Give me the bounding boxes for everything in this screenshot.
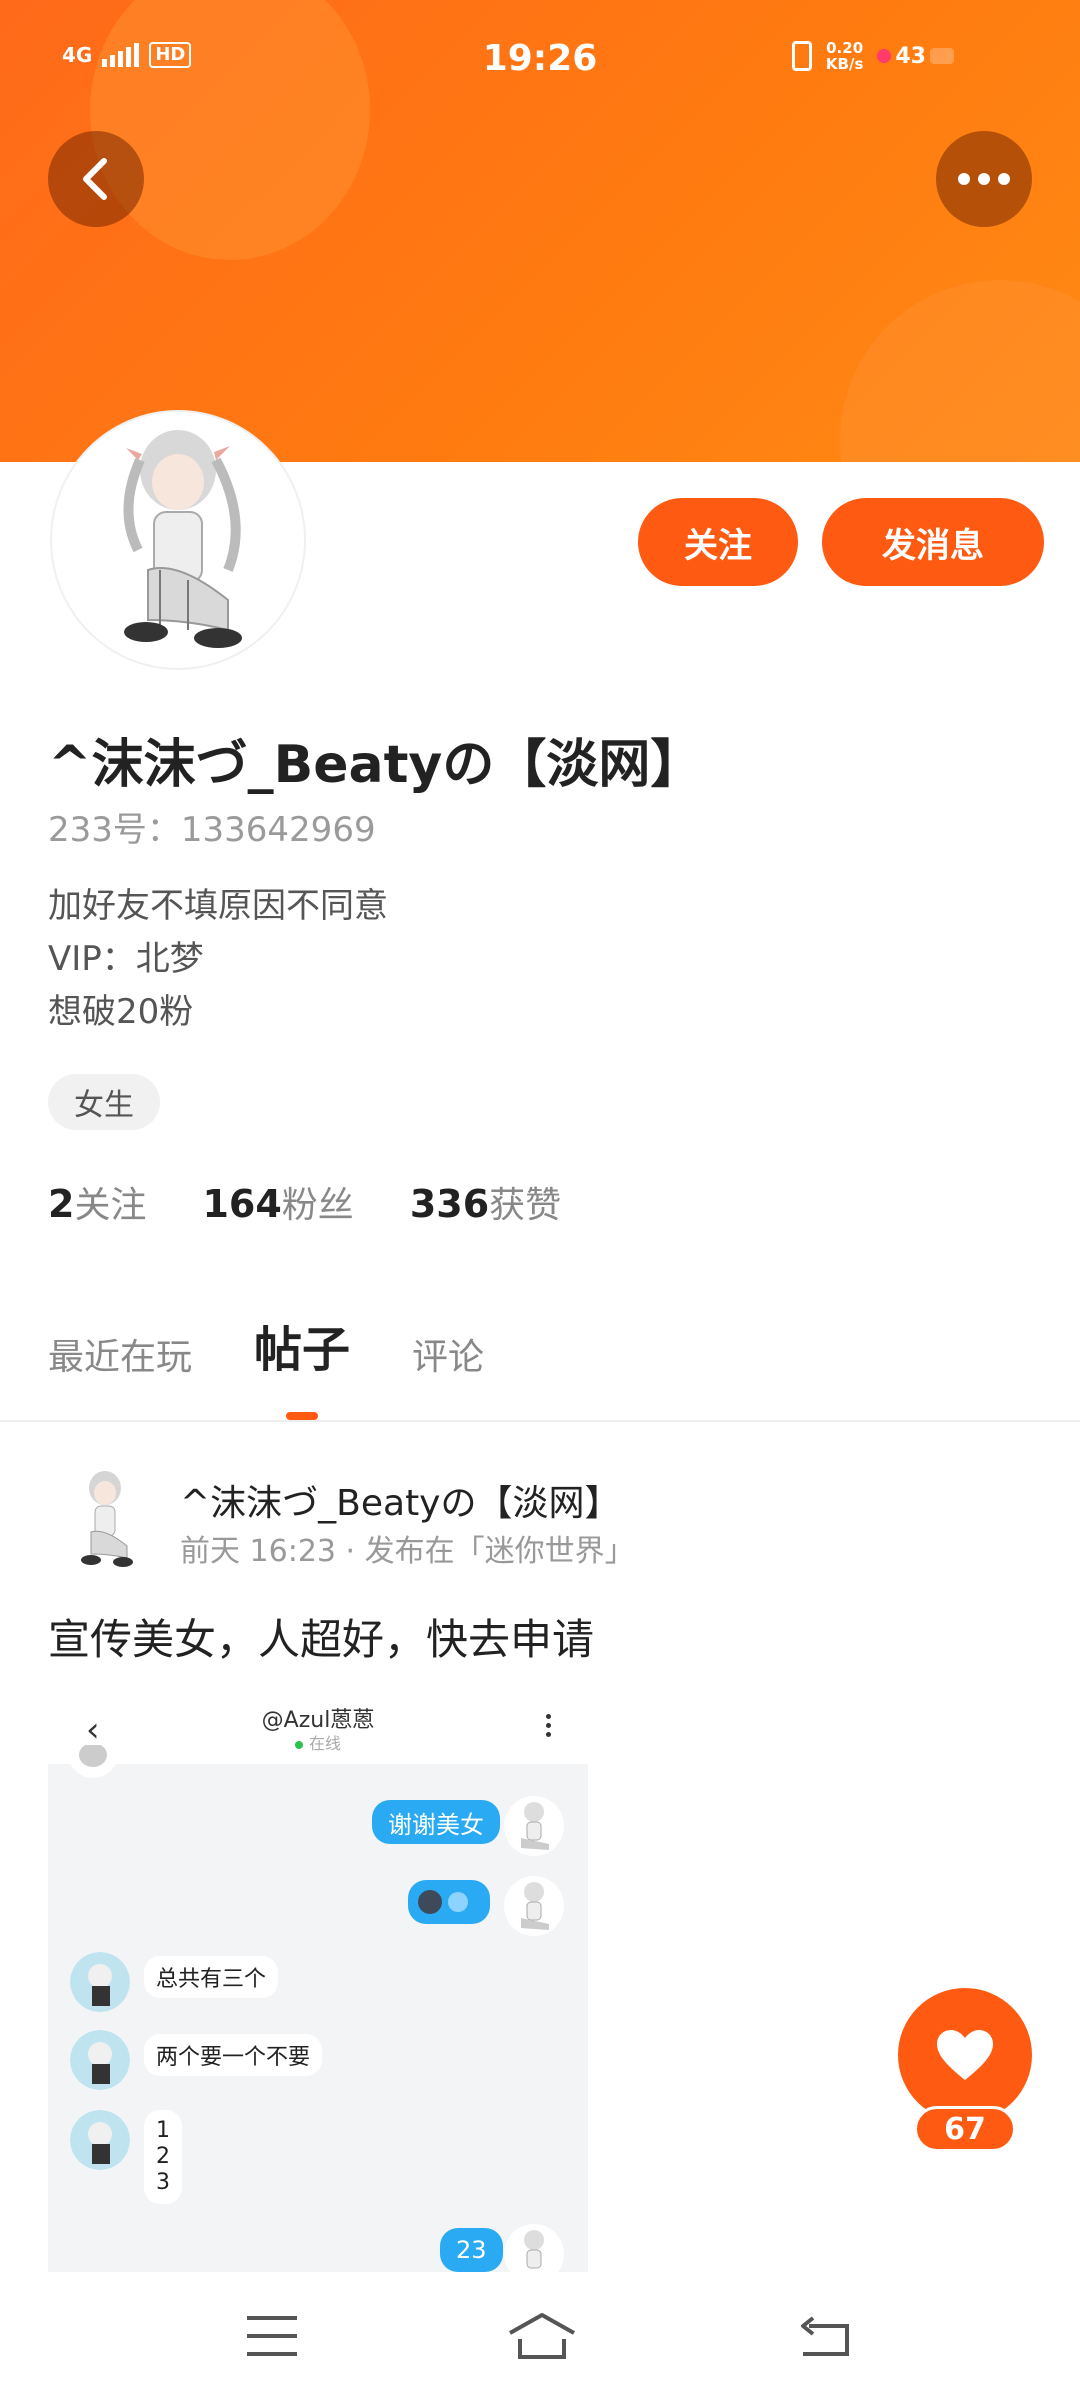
profile-name: ^沫沫づ_Beatyの【淡网】 [48, 735, 703, 795]
network-speed: 0.20 KB/s [825, 39, 864, 73]
follow-button[interactable]: 关注 [638, 498, 798, 586]
status-bar: 4G HD 19:26 0.20 KB/s 43 [0, 0, 1080, 120]
send-message-button[interactable]: 发消息 [822, 498, 1044, 586]
battery-icon [877, 49, 892, 63]
chat-bubble-received: 1 2 3 [144, 2110, 182, 2204]
divider [0, 1420, 1080, 1422]
battery-indicator: 43 [877, 44, 954, 69]
tab-comments[interactable]: 评论 [412, 1328, 484, 1380]
tab-posts[interactable]: 帖子 [254, 1310, 350, 1380]
system-nav-bar [0, 2272, 1080, 2400]
post-image[interactable]: ‹ @Azul蒽蒽 在线 谢谢美女 总共有三个 两个要一个不要 1 2 3 23 [48, 1696, 588, 2272]
post-meta: 前天 16:23 · 发布在「迷你世界」 [180, 1534, 635, 1569]
active-tab-indicator [286, 1412, 318, 1420]
gender-tag: 女生 [48, 1074, 160, 1130]
chat-more-icon [546, 1714, 551, 1737]
profile-bio: 加好友不填原因不同意 VIP：北梦 想破20粉 [48, 880, 388, 1039]
avatar-character-image [123, 430, 242, 648]
menu-icon [247, 2316, 297, 2356]
back-arrow-icon [83, 158, 107, 200]
profile-tabs: 最近在玩 帖子 评论 [48, 1310, 484, 1380]
profile-id: 233号：133642969 [48, 810, 376, 850]
more-dots-icon [958, 173, 1010, 185]
stat-following[interactable]: 2关注 [48, 1176, 146, 1228]
chat-bubble-received: 总共有三个 [144, 1956, 279, 1998]
profile-stats: 2关注 164粉丝 336获赞 [48, 1176, 561, 1228]
battery-level: 43 [895, 43, 926, 69]
post-author-avatar[interactable] [60, 1464, 150, 1574]
chat-header: ‹ @Azul蒽蒽 在线 [48, 1696, 588, 1764]
home-icon [509, 2313, 575, 2359]
tab-recent-played[interactable]: 最近在玩 [48, 1328, 192, 1380]
chat-bubble-received: 两个要一个不要 [144, 2034, 323, 2076]
chat-avatar [68, 1742, 118, 1778]
chat-bubble-emoji [408, 1880, 490, 1924]
bio-line: VIP：北梦 [48, 939, 204, 979]
chat-avatar [70, 1952, 130, 2012]
chat-avatar [70, 2030, 130, 2090]
chat-avatar [70, 2110, 130, 2170]
vibrate-icon [791, 41, 812, 71]
post-text[interactable]: 宣传美女，人超好，快去申请 [48, 1606, 594, 1667]
chat-online-status: 在线 [48, 1730, 588, 1754]
return-icon [801, 2316, 849, 2356]
bio-line: 想破20粉 [48, 992, 194, 1032]
like-count: 67 [914, 2106, 1016, 2152]
more-button[interactable] [936, 131, 1032, 227]
author-avatar-image [81, 1471, 133, 1567]
return-button[interactable] [794, 2308, 854, 2364]
chat-avatar [504, 1796, 564, 1856]
chat-avatar [504, 1876, 564, 1936]
avatar[interactable] [52, 412, 304, 668]
back-button[interactable] [48, 131, 144, 227]
chat-bubble-sent: 23 [440, 2228, 503, 2272]
chat-bubble-sent: 谢谢美女 [372, 1800, 500, 1844]
heart-icon [937, 2030, 993, 2080]
chat-avatar [504, 2224, 564, 2272]
bio-line: 加好友不填原因不同意 [48, 886, 388, 926]
home-button[interactable] [506, 2308, 578, 2364]
like-button[interactable] [898, 1988, 1032, 2122]
stat-likes: 336获赞 [409, 1182, 562, 1226]
stat-fans[interactable]: 164粉丝 [202, 1176, 353, 1228]
post-author-name[interactable]: ^沫沫づ_Beatyの【淡网】 [180, 1474, 621, 1526]
menu-button[interactable] [242, 2308, 302, 2364]
